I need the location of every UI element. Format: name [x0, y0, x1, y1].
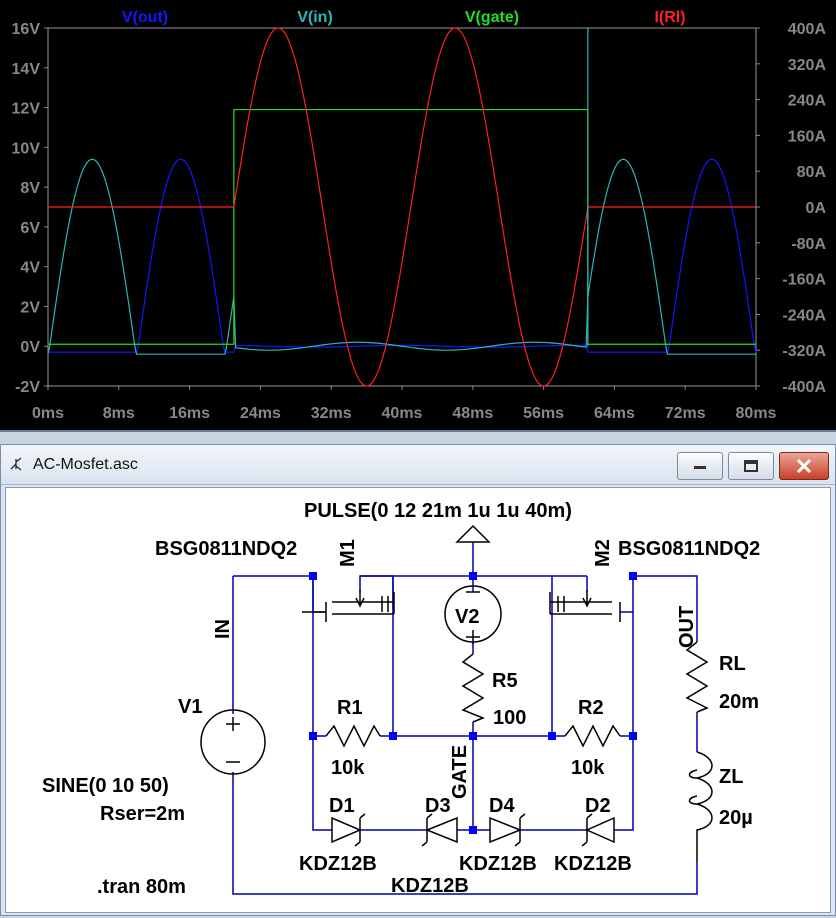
r5-value[interactable]: 100	[493, 707, 526, 729]
zl-label[interactable]: ZL	[719, 766, 743, 788]
r1-label[interactable]: R1	[337, 697, 363, 719]
rl-label[interactable]: RL	[719, 653, 746, 675]
zl-value[interactable]: 20µ	[719, 807, 753, 829]
d2-model[interactable]: KDZ12B	[554, 853, 632, 875]
rl-value[interactable]: 20m	[719, 691, 759, 713]
v1-sine-value[interactable]: SINE(0 10 50)	[42, 775, 169, 797]
d4-label[interactable]: D4	[489, 795, 515, 817]
d1-label[interactable]: D1	[329, 795, 355, 817]
r1-value[interactable]: 10k	[331, 757, 365, 779]
r5-label[interactable]: R5	[492, 670, 518, 692]
d4-model[interactable]: KDZ12B	[459, 853, 537, 875]
d2-label[interactable]: D2	[585, 795, 611, 817]
d1-model[interactable]: KDZ12B	[299, 853, 377, 875]
d3-model[interactable]: KDZ12B	[391, 875, 469, 897]
schematic-window[interactable]: AC-Mosfet.asc PULSE(0 12 21m 1u 1u 40m) …	[0, 444, 836, 916]
tran-directive[interactable]: .tran 80m	[97, 876, 186, 898]
m1-name-label[interactable]: M1	[337, 539, 359, 567]
m1-model-label[interactable]: BSG0811NDQ2	[155, 538, 297, 560]
r2-label[interactable]: R2	[578, 697, 604, 719]
m2-name-label[interactable]: M2	[592, 539, 614, 567]
v1-label[interactable]: V1	[178, 696, 202, 718]
in-net-label[interactable]: IN	[212, 619, 234, 639]
v2-label[interactable]: V2	[455, 606, 479, 628]
pulse-directive[interactable]: PULSE(0 12 21m 1u 1u 40m)	[304, 500, 572, 522]
m2-model-label[interactable]: BSG0811NDQ2	[618, 538, 760, 560]
r2-value[interactable]: 10k	[571, 757, 605, 779]
gate-net-label[interactable]: GATE	[449, 745, 471, 799]
wires	[232, 542, 698, 895]
out-net-label[interactable]: OUT	[676, 606, 698, 648]
schematic-drawing[interactable]: PULSE(0 12 21m 1u 1u 40m) BSG0811NDQ2 M1…	[2, 2, 836, 918]
d3-label[interactable]: D3	[425, 795, 451, 817]
schematic-canvas[interactable]: PULSE(0 12 21m 1u 1u 40m) BSG0811NDQ2 M1…	[5, 487, 831, 913]
v1-rser-value[interactable]: Rser=2m	[100, 803, 185, 825]
